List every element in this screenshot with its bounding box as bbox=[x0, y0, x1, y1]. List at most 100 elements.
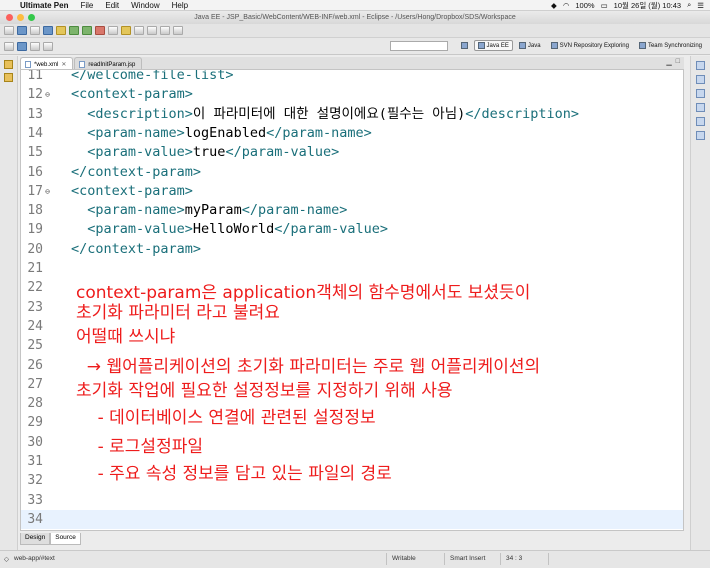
annotation-next-icon[interactable] bbox=[134, 26, 144, 35]
problems-view-icon[interactable] bbox=[696, 131, 705, 140]
menu-window[interactable]: Window bbox=[125, 0, 165, 11]
code-text: </context-param> bbox=[71, 163, 201, 182]
folder-icon[interactable] bbox=[121, 26, 131, 35]
editor-controls: ▁ □ bbox=[666, 58, 680, 66]
line-number: 17 bbox=[27, 183, 43, 199]
open-perspective-icon[interactable] bbox=[457, 40, 472, 51]
dropbox-icon[interactable]: ◆ bbox=[551, 1, 557, 10]
fold-toggle-icon[interactable]: ⊖ bbox=[43, 187, 52, 196]
status-insert-mode: Smart Insert bbox=[450, 555, 486, 562]
line-number: 18 bbox=[27, 203, 43, 219]
external-tools-icon[interactable] bbox=[95, 26, 105, 35]
server-icon[interactable] bbox=[43, 26, 53, 35]
code-line[interactable]: 19 <param-value>HelloWorld</param-value> bbox=[21, 220, 683, 239]
back-icon[interactable] bbox=[160, 26, 170, 35]
close-window-button[interactable] bbox=[6, 14, 13, 21]
code-line[interactable]: 16 </context-param> bbox=[21, 163, 683, 182]
secondary-toolbar: Java EE Java SVN Repository Exploring Te… bbox=[0, 38, 710, 55]
search-icon[interactable]: ⌕ bbox=[687, 0, 691, 10]
status-writable: Writable bbox=[392, 555, 416, 562]
annotation-text: 초기화 파라미터 라고 불려요 bbox=[76, 303, 280, 323]
save-icon[interactable] bbox=[17, 26, 27, 35]
line-number: 29 bbox=[27, 415, 43, 431]
code-text: <context-param> bbox=[71, 182, 193, 201]
code-line[interactable]: 21 bbox=[21, 259, 683, 278]
line-number: 23 bbox=[27, 299, 43, 315]
debug-icon[interactable] bbox=[69, 26, 79, 35]
code-text: <param-value>HelloWorld</param-value> bbox=[71, 220, 388, 239]
status-bar: ◇ web-app/#text Writable Smart Insert 34… bbox=[0, 550, 710, 568]
restore-view-icon[interactable] bbox=[4, 60, 13, 69]
xml-tag: <description> bbox=[71, 105, 193, 122]
line-number: 11 bbox=[27, 69, 43, 83]
forward-icon[interactable] bbox=[173, 26, 183, 35]
perspective-switcher: Java EE Java SVN Repository Exploring Te… bbox=[457, 40, 706, 51]
menu-edit[interactable]: Edit bbox=[99, 0, 125, 11]
minimize-editor-icon[interactable]: ▁ bbox=[666, 58, 671, 66]
app-menu[interactable]: Ultimate Pen bbox=[14, 0, 74, 11]
new-file-icon[interactable] bbox=[4, 41, 14, 51]
servers-view-icon[interactable] bbox=[696, 103, 705, 112]
tab-web-xml[interactable]: *web.xml ✕ bbox=[20, 57, 74, 69]
code-line[interactable]: 20 </context-param> bbox=[21, 240, 683, 259]
status-separator bbox=[500, 553, 501, 565]
clock[interactable]: 10월 26일 (월) 10:43 bbox=[614, 0, 681, 11]
code-line[interactable]: 34 bbox=[21, 509, 683, 530]
minimize-window-button[interactable] bbox=[17, 14, 24, 21]
code-line[interactable]: 18 <param-name>myParam</param-name> bbox=[21, 201, 683, 220]
line-number: 28 bbox=[27, 396, 43, 412]
tab-design[interactable]: Design bbox=[20, 533, 51, 545]
xml-tag: <param-name> bbox=[71, 202, 185, 219]
annotation-prev-icon[interactable] bbox=[147, 26, 157, 35]
fold-toggle-icon[interactable]: ⊖ bbox=[43, 90, 52, 99]
window-titlebar: Java EE - JSP_Basic/WebContent/WEB-INF/w… bbox=[0, 11, 710, 24]
console-view-icon[interactable] bbox=[696, 117, 705, 126]
line-number: 14 bbox=[27, 125, 43, 141]
code-line[interactable]: 17 ⊖ <context-param> bbox=[21, 182, 683, 201]
xml-text: true bbox=[192, 144, 226, 161]
outline-view-icon[interactable] bbox=[696, 61, 705, 70]
print-icon[interactable] bbox=[30, 26, 40, 35]
close-tab-icon[interactable]: ✕ bbox=[61, 61, 66, 68]
maximize-editor-icon[interactable]: □ bbox=[676, 58, 680, 66]
package-explorer-icon[interactable] bbox=[4, 73, 13, 82]
java-ee-icon bbox=[477, 42, 485, 49]
code-line[interactable]: 11 </welcome-file-list> bbox=[21, 69, 683, 85]
tab-readinitparam-jsp[interactable]: readInitParam.jsp bbox=[74, 57, 143, 69]
menu-help[interactable]: Help bbox=[166, 0, 194, 11]
zoom-window-button[interactable] bbox=[28, 14, 35, 21]
perspective-team-sync[interactable]: Team Synchronizing bbox=[635, 40, 706, 51]
code-line[interactable]: 14 <param-name>logEnabled</param-name> bbox=[21, 124, 683, 143]
left-trim-bar bbox=[0, 56, 18, 550]
search-toolbar-icon[interactable] bbox=[108, 26, 118, 35]
annotation-text: - 로그설정파일 bbox=[76, 437, 203, 457]
task-list-icon[interactable] bbox=[696, 75, 705, 84]
run-icon[interactable] bbox=[82, 26, 92, 35]
new-class-icon[interactable] bbox=[30, 41, 40, 51]
battery-percent[interactable]: 100% bbox=[575, 1, 594, 10]
battery-icon[interactable]: ▭ bbox=[601, 1, 608, 10]
xml-tag: <param-name> bbox=[71, 124, 185, 141]
perspective-java[interactable]: Java bbox=[515, 40, 545, 51]
tab-source[interactable]: Source bbox=[50, 533, 81, 545]
annotation-text: 초기화 작업에 필요한 설정정보를 지정하기 위해 사용 bbox=[76, 381, 453, 401]
list-icon[interactable]: ☰ bbox=[697, 1, 704, 10]
palette-icon[interactable] bbox=[696, 89, 705, 98]
code-line[interactable]: 13 <description>이 파라미터에 대한 설명이에요(필수는 아님)… bbox=[21, 105, 683, 124]
xml-source-editor[interactable]: 11 </welcome-file-list> 12 ⊖ <context-param>… bbox=[20, 69, 684, 531]
line-number: 12 bbox=[27, 87, 43, 103]
wifi-icon[interactable]: ◠ bbox=[563, 1, 570, 10]
code-line[interactable]: 33 bbox=[21, 491, 683, 510]
code-line[interactable]: 15 <param-value>true</param-value> bbox=[21, 143, 683, 162]
perspective-svn[interactable]: SVN Repository Exploring bbox=[547, 40, 633, 51]
code-line[interactable]: 12 ⊖ <context-param> bbox=[21, 85, 683, 104]
editor-mode-tabs: Design Source bbox=[20, 533, 81, 545]
xml-tag: </context-param> bbox=[71, 163, 202, 180]
new-icon[interactable] bbox=[4, 26, 14, 35]
open-resource-icon[interactable] bbox=[43, 41, 53, 51]
quick-access-input[interactable] bbox=[390, 41, 448, 51]
open-type-icon[interactable] bbox=[56, 26, 66, 35]
perspective-java-ee[interactable]: Java EE bbox=[473, 40, 513, 51]
save-all-icon[interactable] bbox=[17, 41, 27, 51]
menu-file[interactable]: File bbox=[74, 0, 99, 11]
